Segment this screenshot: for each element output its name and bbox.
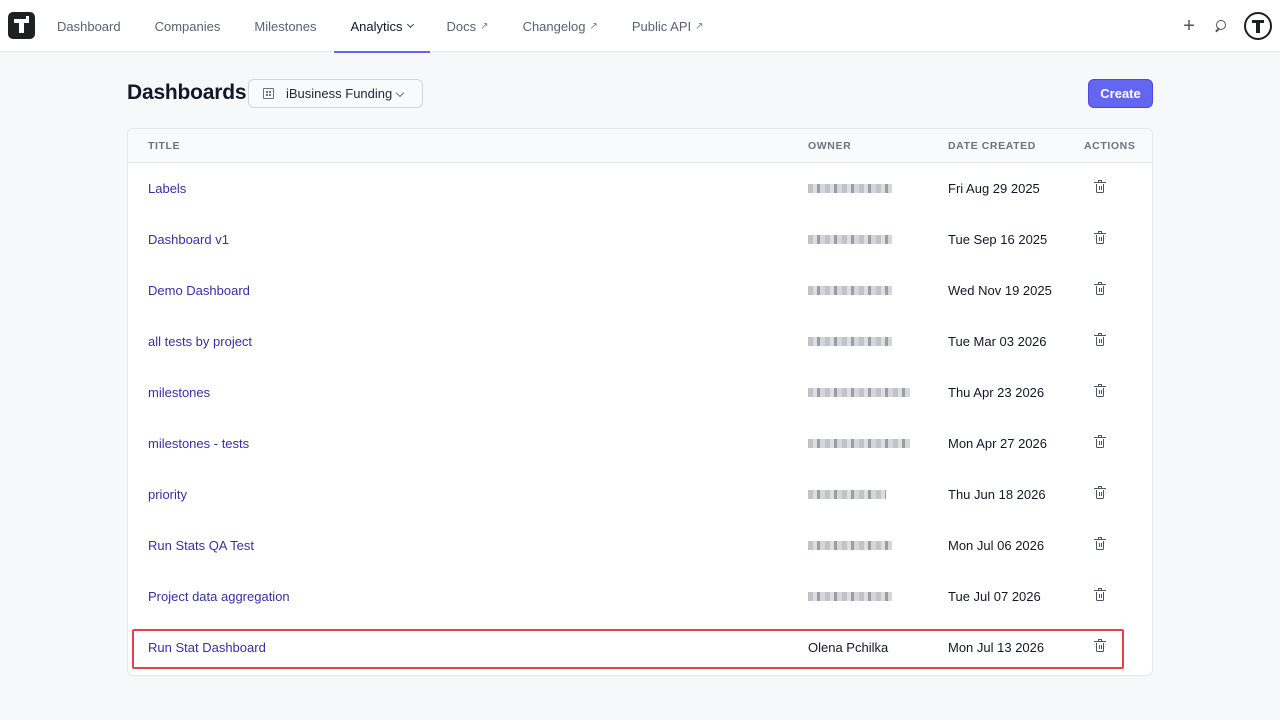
top-navigation-bar: Dashboard Companies Milestones Analytics…: [0, 0, 1280, 53]
trash-icon[interactable]: [1094, 537, 1106, 550]
nav-companies[interactable]: Companies: [138, 0, 238, 52]
trash-icon[interactable]: [1094, 435, 1106, 448]
trash-icon[interactable]: [1094, 231, 1106, 244]
date-created: Wed Nov 19 2025: [948, 283, 1052, 298]
external-link-icon: ↗: [695, 20, 704, 32]
dashboard-title-link[interactable]: Project data aggregation: [148, 589, 290, 604]
trash-icon[interactable]: [1094, 282, 1106, 295]
trash-icon[interactable]: [1094, 486, 1106, 499]
main-nav: Dashboard Companies Milestones Analytics…: [40, 0, 721, 53]
external-link-icon: ↗: [589, 20, 598, 32]
trash-icon[interactable]: [1094, 180, 1106, 193]
owner-redacted: [808, 337, 892, 346]
table-header: TITLE OWNER DATE CREATED ACTIONS: [128, 129, 1152, 163]
page-title: Dashboards: [127, 81, 247, 104]
logo-icon[interactable]: [8, 12, 35, 39]
company-select-value: iBusiness Funding: [286, 86, 393, 101]
chevron-down-icon: [406, 20, 414, 28]
nav-public-api[interactable]: Public API ↗: [615, 0, 721, 52]
nav-analytics[interactable]: Analytics: [333, 0, 430, 53]
plus-icon[interactable]: +: [1180, 16, 1198, 36]
dashboard-title-link[interactable]: milestones - tests: [148, 436, 249, 451]
date-created: Thu Apr 23 2026: [948, 385, 1045, 400]
dashboard-title-link[interactable]: Demo Dashboard: [148, 283, 250, 298]
column-header-date[interactable]: DATE CREATED: [948, 140, 1036, 152]
dashboard-title-link[interactable]: milestones: [148, 385, 210, 400]
building-icon: [263, 88, 274, 99]
avatar[interactable]: [1244, 12, 1272, 40]
date-created: Fri Aug 29 2025: [948, 181, 1040, 196]
owner-redacted: [808, 490, 886, 499]
chevron-down-icon: [395, 88, 405, 98]
dashboard-title-link[interactable]: Run Stats QA Test: [148, 538, 254, 553]
table-row: all tests by project Tue Mar 03 2026: [128, 316, 1152, 367]
dashboards-table: TITLE OWNER DATE CREATED ACTIONS Labels …: [127, 128, 1153, 676]
company-select[interactable]: iBusiness Funding: [248, 79, 423, 108]
date-created: Tue Mar 03 2026: [948, 334, 1047, 349]
trash-icon[interactable]: [1094, 384, 1106, 397]
column-header-title[interactable]: TITLE: [148, 140, 180, 152]
table-row: priority Thu Jun 18 2026: [128, 469, 1152, 520]
nav-docs[interactable]: Docs ↗: [430, 0, 506, 52]
date-created: Tue Sep 16 2025: [948, 232, 1048, 247]
owner-redacted: [808, 184, 892, 193]
support-icon[interactable]: [1212, 17, 1230, 35]
column-header-owner[interactable]: OWNER: [808, 140, 851, 152]
date-created: Mon Jul 06 2026: [948, 538, 1045, 553]
table-row: milestones - tests Mon Apr 27 2026: [128, 418, 1152, 469]
top-right-actions: +: [1180, 0, 1272, 52]
owner-redacted: [808, 286, 892, 295]
trash-icon[interactable]: [1094, 639, 1106, 652]
date-created: Tue Jul 07 2026: [948, 589, 1041, 604]
table-row: Demo Dashboard Wed Nov 19 2025: [128, 265, 1152, 316]
dashboard-title-link[interactable]: priority: [148, 487, 187, 502]
owner-redacted: [808, 439, 910, 448]
table-row: Labels Fri Aug 29 2025: [128, 163, 1152, 214]
dashboard-title-link[interactable]: Labels: [148, 181, 186, 196]
table-row: Dashboard v1 Tue Sep 16 2025: [128, 214, 1152, 265]
owner-redacted: [808, 388, 910, 397]
trash-icon[interactable]: [1094, 333, 1106, 346]
external-link-icon: ↗: [480, 20, 489, 32]
trash-icon[interactable]: [1094, 588, 1106, 601]
dashboard-title-link[interactable]: all tests by project: [148, 334, 252, 349]
owner-redacted: [808, 592, 892, 601]
table-row: Run Stat Dashboard Olena Pchilka Mon Jul…: [128, 622, 1152, 673]
date-created: Mon Jul 13 2026: [948, 640, 1045, 655]
nav-milestones[interactable]: Milestones: [237, 0, 333, 52]
owner-redacted: [808, 541, 892, 550]
date-created: Thu Jun 18 2026: [948, 487, 1046, 502]
nav-changelog[interactable]: Changelog ↗: [506, 0, 615, 52]
table-row: Run Stats QA Test Mon Jul 06 2026: [128, 520, 1152, 571]
table-row: Project data aggregation Tue Jul 07 2026: [128, 571, 1152, 622]
date-created: Mon Apr 27 2026: [948, 436, 1048, 451]
owner-name: Olena Pchilka: [808, 640, 889, 655]
dashboard-title-link[interactable]: Run Stat Dashboard: [148, 640, 266, 655]
owner-redacted: [808, 235, 892, 244]
column-header-actions: ACTIONS: [1084, 140, 1136, 152]
dashboard-title-link[interactable]: Dashboard v1: [148, 232, 229, 247]
create-button[interactable]: Create: [1088, 79, 1153, 108]
table-row: milestones Thu Apr 23 2026: [128, 367, 1152, 418]
nav-dashboard[interactable]: Dashboard: [40, 0, 138, 52]
